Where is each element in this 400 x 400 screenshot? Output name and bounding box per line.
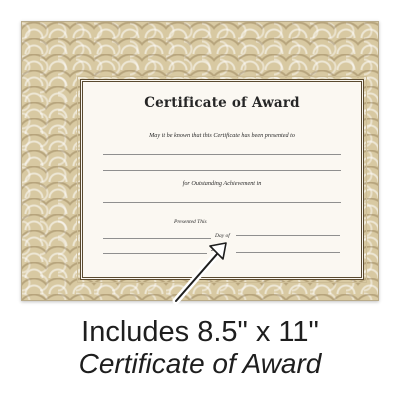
caption-line-2: Certificate of Award <box>78 348 322 379</box>
product-image: Certificate of Award May it be known tha… <box>0 0 400 400</box>
caption-line-1: Includes 8.5" x 11" <box>81 316 319 348</box>
